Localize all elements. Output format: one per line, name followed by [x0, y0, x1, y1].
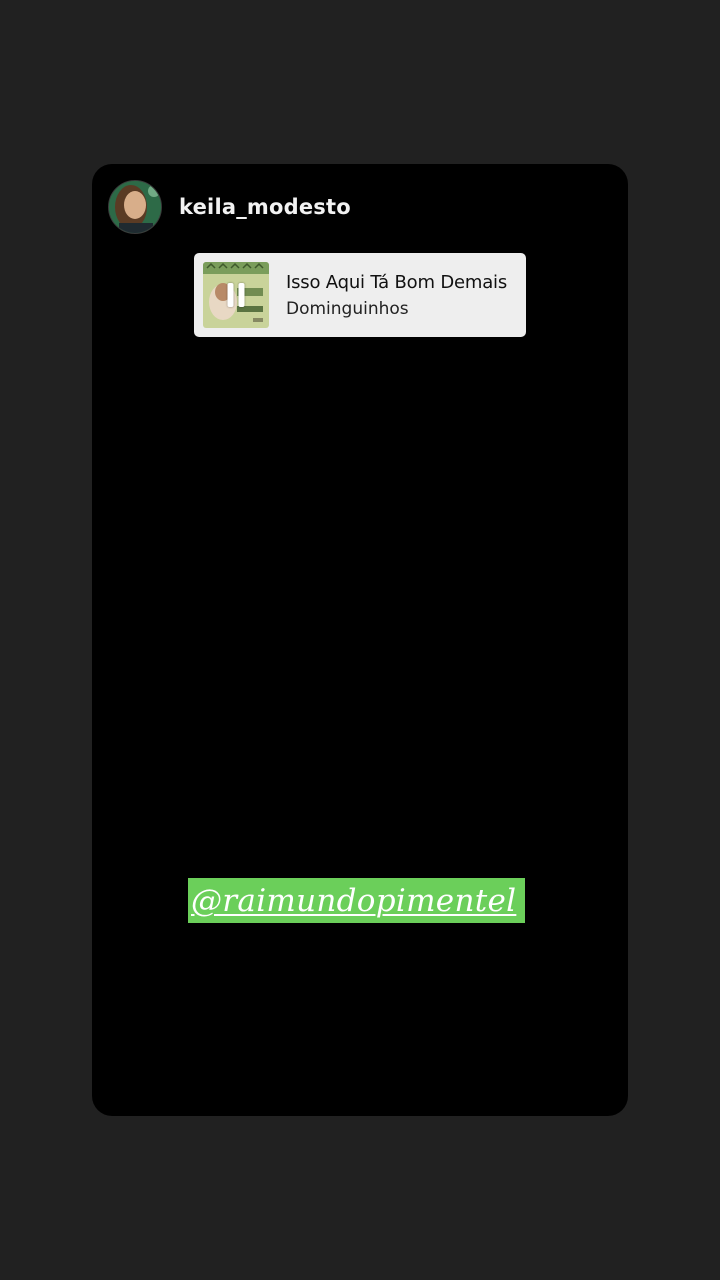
album-art	[203, 262, 269, 328]
story-card[interactable]: keila_modesto Isso Aqui Tá Bom Demais Do…	[92, 164, 628, 1116]
song-info: Isso Aqui Tá Bom Demais Dominguinhos	[286, 272, 507, 319]
mention-sticker[interactable]: @raimundopimentel	[188, 878, 526, 923]
song-title: Isso Aqui Tá Bom Demais	[286, 271, 508, 293]
story-header: keila_modesto	[108, 180, 351, 234]
song-artist: Dominguinhos	[286, 298, 409, 319]
username[interactable]: keila_modesto	[179, 195, 351, 219]
avatar[interactable]	[108, 180, 162, 234]
profile-photo-icon	[109, 181, 161, 233]
music-sticker[interactable]: Isso Aqui Tá Bom Demais Dominguinhos	[194, 253, 526, 337]
mention-text[interactable]: @raimundopimentel	[191, 883, 516, 919]
pause-icon[interactable]	[227, 283, 245, 307]
